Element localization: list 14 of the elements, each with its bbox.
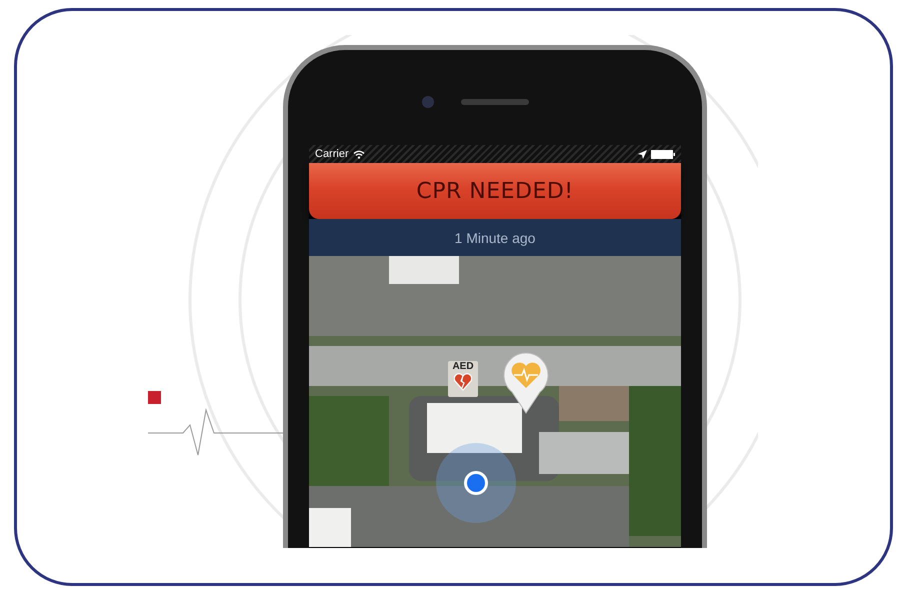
battery-icon	[651, 150, 675, 158]
wifi-icon	[352, 150, 365, 158]
current-location-icon	[436, 443, 516, 523]
heart-pin-icon[interactable]	[503, 352, 549, 414]
alert-time: 1 Minute ago	[454, 230, 536, 246]
broken-heart-icon	[454, 373, 472, 391]
carrier-label: Carrier	[315, 148, 349, 160]
location-arrow-icon	[638, 150, 647, 158]
camera-icon	[422, 96, 434, 108]
cpr-alert-button[interactable]: CPR NEEDED!	[309, 163, 681, 219]
speaker-grille	[461, 99, 529, 105]
accent-square	[148, 391, 161, 404]
aed-label: AED	[452, 361, 474, 373]
aed-marker[interactable]: AED	[448, 361, 478, 397]
